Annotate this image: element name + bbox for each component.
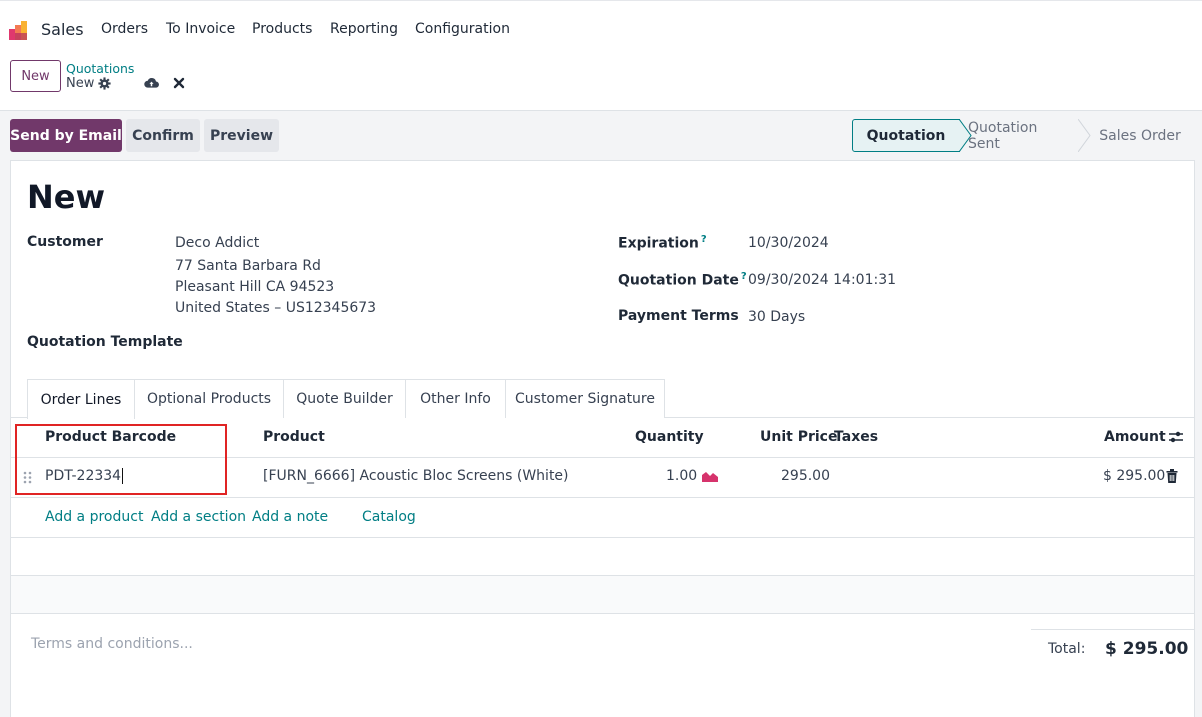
add-section-link[interactable]: Add a section <box>151 509 246 525</box>
column-taxes[interactable]: Taxes <box>834 429 878 445</box>
send-by-email-button[interactable]: Send by Email <box>10 119 122 152</box>
quotation-date-label: Quotation Date? <box>618 271 747 289</box>
total-value: $ 295.00 <box>1105 639 1189 659</box>
column-quantity[interactable]: Quantity <box>635 429 704 445</box>
confirm-button[interactable]: Confirm <box>126 119 200 152</box>
record-title: New <box>27 178 106 216</box>
customer-address-country: United States – US12345673 <box>175 300 377 316</box>
trash-icon[interactable] <box>1166 469 1178 483</box>
unit-price-cell[interactable]: 295.00 <box>781 468 830 484</box>
expiration-value[interactable]: 10/30/2024 <box>748 235 829 251</box>
customer-name[interactable]: Deco Addict <box>175 235 259 251</box>
add-product-link[interactable]: Add a product <box>45 509 143 525</box>
catalog-link[interactable]: Catalog <box>362 509 416 525</box>
terms-and-conditions-field[interactable]: Terms and conditions... <box>31 636 193 652</box>
menu-orders[interactable]: Orders <box>101 21 148 37</box>
discard-close-icon[interactable] <box>173 77 185 89</box>
highlight-annotation-box <box>15 424 227 495</box>
column-amount[interactable]: Amount <box>1104 429 1166 445</box>
save-cloud-icon[interactable] <box>144 76 159 89</box>
menu-reporting[interactable]: Reporting <box>330 21 398 37</box>
new-button[interactable]: New <box>10 60 61 92</box>
customer-label: Customer <box>27 234 103 250</box>
add-row-divider <box>11 537 1194 538</box>
optional-columns-sliders-icon[interactable] <box>1168 430 1184 444</box>
empty-row-divider-top <box>11 575 1194 576</box>
breadcrumb-current: New <box>66 76 95 91</box>
column-unit-price[interactable]: Unit Price <box>760 429 837 445</box>
customer-address-city: Pleasant Hill CA 94523 <box>175 279 335 295</box>
quotation-template-label: Quotation Template <box>27 334 183 350</box>
quantity-cell[interactable]: 1.00 <box>666 468 697 484</box>
payment-terms-value[interactable]: 30 Days <box>748 309 805 325</box>
tab-quote-builder[interactable]: Quote Builder <box>283 379 406 418</box>
data-row-divider <box>11 497 1194 498</box>
breadcrumb-quotations[interactable]: Quotations <box>66 61 134 76</box>
empty-row <box>11 576 1194 613</box>
total-divider <box>1031 629 1194 630</box>
app-name[interactable]: Sales <box>41 20 84 39</box>
total-label: Total: <box>1048 641 1086 657</box>
help-tooltip-icon: ? <box>740 271 747 282</box>
add-note-link[interactable]: Add a note <box>252 509 328 525</box>
column-product[interactable]: Product <box>263 429 325 445</box>
menu-products[interactable]: Products <box>252 21 312 37</box>
forecast-chart-icon[interactable] <box>702 470 718 482</box>
top-navbar: Sales Orders To Invoice Products Reporti… <box>0 0 1202 58</box>
amount-cell: $ 295.00 <box>1103 468 1166 484</box>
preview-button[interactable]: Preview <box>204 119 279 152</box>
gear-icon[interactable] <box>98 77 111 90</box>
tab-optional-products[interactable]: Optional Products <box>134 379 284 418</box>
tab-customer-signature[interactable]: Customer Signature <box>505 379 665 418</box>
status-sales-order[interactable]: Sales Order <box>1096 119 1184 152</box>
sales-app-logo-icon[interactable] <box>9 18 33 42</box>
customer-address-street: 77 Santa Barbara Rd <box>175 258 321 274</box>
help-tooltip-icon: ? <box>700 234 707 245</box>
tab-order-lines[interactable]: Order Lines <box>27 379 135 419</box>
expiration-label: Expiration? <box>618 234 707 252</box>
menu-to-invoice[interactable]: To Invoice <box>166 21 235 37</box>
product-cell[interactable]: [FURN_6666] Acoustic Bloc Screens (White… <box>263 468 569 484</box>
quotation-date-value[interactable]: 09/30/2024 14:01:31 <box>748 272 896 288</box>
tab-other-info[interactable]: Other Info <box>405 379 506 418</box>
status-quotation-sent[interactable]: Quotation Sent <box>968 119 1072 152</box>
status-quotation[interactable]: Quotation <box>852 119 960 152</box>
payment-terms-label: Payment Terms <box>618 308 739 324</box>
status-arrow-divider <box>1078 119 1091 152</box>
menu-configuration[interactable]: Configuration <box>415 21 510 37</box>
empty-row-divider-bottom <box>11 613 1194 614</box>
